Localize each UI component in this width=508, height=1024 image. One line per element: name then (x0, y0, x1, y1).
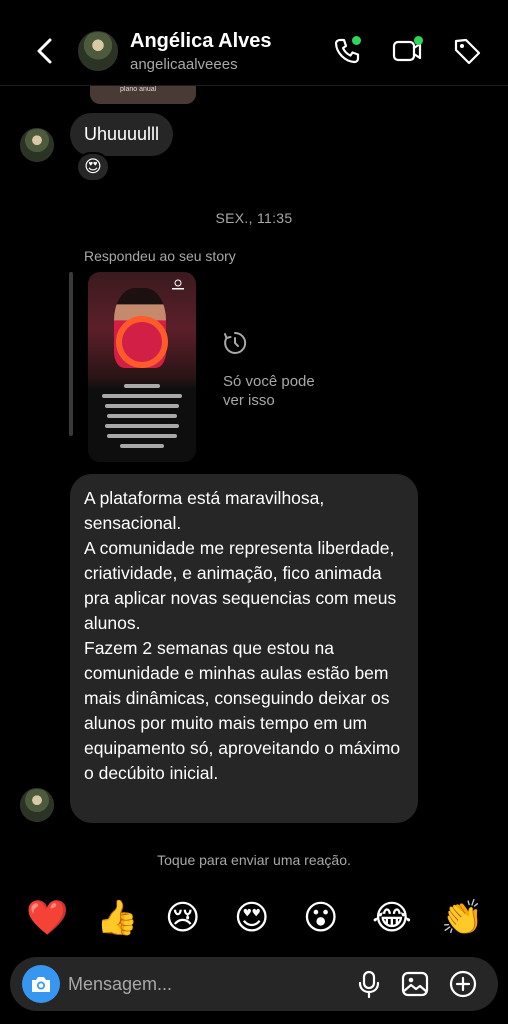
heart-emoji-button[interactable]: ❤️ (26, 893, 68, 943)
message-paragraph: A comunidade me representa liberdade, cr… (84, 538, 397, 633)
story-reply-label: Respondeu ao seu story (84, 248, 236, 264)
brand-logo-icon (172, 279, 184, 290)
story-text-lines (98, 384, 186, 454)
message-reaction[interactable]: 😍 (76, 152, 110, 182)
surprised-emoji-button[interactable]: 😮 (303, 893, 338, 943)
message-paragraph: A plataforma está maravilhosa, sensacion… (84, 488, 325, 533)
message-input[interactable] (68, 957, 328, 1011)
contact-handle[interactable]: angelicaalveees (130, 56, 238, 73)
timer-icon (224, 331, 247, 354)
story-thumbnail[interactable] (88, 272, 196, 462)
plus-circle-icon[interactable] (448, 969, 478, 999)
message-bubble[interactable]: Uhuuuulll (70, 113, 174, 156)
avatar[interactable] (20, 788, 54, 822)
visibility-note: Só você pode ver isso (223, 373, 315, 409)
chevron-left-icon[interactable] (30, 34, 58, 68)
story-ring-graphic (116, 316, 168, 368)
previous-story-card[interactable]: plano anual (90, 86, 196, 104)
message-composer (10, 957, 498, 1011)
avatar[interactable] (20, 128, 54, 162)
timestamp: SEX., 11:35 (215, 210, 293, 226)
contact-name[interactable]: Angélica Alves (130, 30, 272, 53)
thumbs-up-emoji-button[interactable]: 👍 (96, 893, 138, 943)
camera-button[interactable] (22, 965, 60, 1003)
image-icon[interactable] (400, 969, 430, 999)
reaction-hint: Toque para enviar uma reação. (157, 852, 351, 868)
quick-reactions-bar: ❤️ 👍 😢 😍 😮 😂 👏 (0, 893, 508, 943)
chat-header: Angélica Alves angelicaalveees (0, 0, 508, 86)
microphone-icon[interactable] (354, 969, 384, 999)
online-indicator (352, 36, 361, 45)
heart-eyes-emoji: 😍 (84, 157, 102, 176)
message-bubble[interactable]: A plataforma está maravilhosa, sensacion… (70, 474, 418, 823)
camera-icon (32, 977, 50, 992)
laughing-emoji-button[interactable]: 😂 (372, 893, 412, 943)
heart-eyes-emoji-button[interactable]: 😍 (234, 893, 269, 943)
tag-icon[interactable] (452, 36, 482, 66)
clapping-emoji-button[interactable]: 👏 (441, 893, 483, 943)
crying-emoji-button[interactable]: 😢 (165, 893, 200, 943)
reply-indicator-bar (69, 272, 73, 436)
online-indicator (414, 36, 423, 45)
previous-story-caption: plano anual (120, 86, 157, 93)
avatar[interactable] (78, 31, 118, 71)
message-text: Uhuuuulll (84, 124, 160, 144)
video-call-button[interactable] (392, 36, 426, 70)
message-paragraph: Fazem 2 semanas que estou na comunidade … (84, 638, 401, 783)
call-button[interactable] (332, 36, 366, 70)
